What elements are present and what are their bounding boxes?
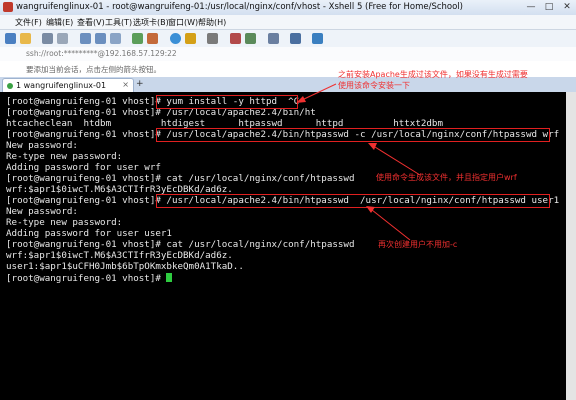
arrow-to-htpasswd-c bbox=[374, 146, 421, 176]
arrow-head-htpasswd-c bbox=[368, 143, 377, 150]
arrow-head-htpasswd-user1 bbox=[366, 206, 375, 213]
annotation-yum-line1: 之前安装Apache生成过该文件，如果没有生成过需要 bbox=[338, 70, 528, 79]
arrow-to-yum bbox=[301, 83, 337, 101]
annotation-htpasswd-user1: 再次创建用户不用加-c bbox=[378, 240, 458, 249]
annotation-htpasswd-c: 使用命令生成该文件，并且指定用户wrf bbox=[376, 173, 517, 182]
annotation-yum-line2: 使用该命令安装一下 bbox=[338, 81, 410, 90]
arrow-to-htpasswd-user1 bbox=[371, 209, 411, 241]
arrow-head-yum bbox=[296, 96, 306, 103]
annotation-arrows bbox=[296, 83, 421, 241]
